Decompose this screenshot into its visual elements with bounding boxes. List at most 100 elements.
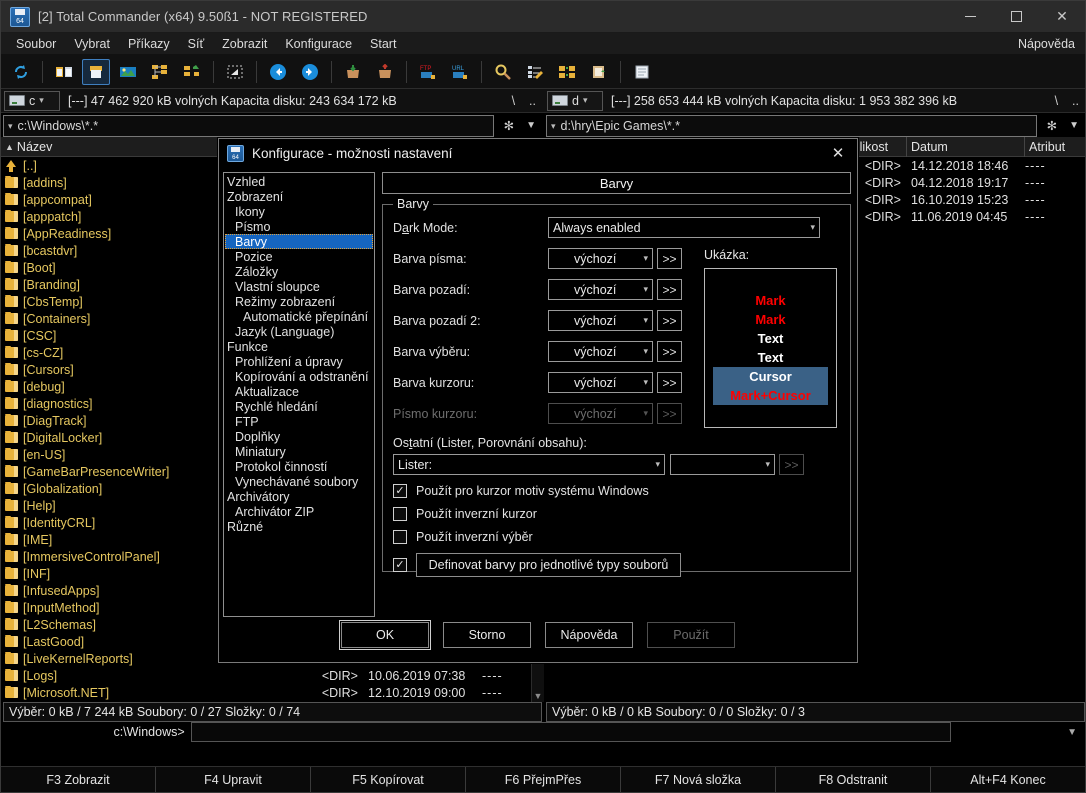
menu-item-prikazy[interactable]: Příkazy — [119, 35, 179, 53]
table-row[interactable]: [Logs] <DIR> 10.06.2019 07:38 ---- — [1, 667, 544, 684]
fkey-f5[interactable]: F5 Kopírovat — [311, 767, 466, 792]
menu-item-start[interactable]: Start — [361, 35, 405, 53]
menu-item-konfigurace[interactable]: Konfigurace — [276, 35, 361, 53]
open-folder-icon[interactable] — [82, 58, 110, 85]
close-button[interactable]: ✕ — [1039, 1, 1085, 33]
settings-tree-item[interactable]: Ikony — [225, 204, 373, 219]
settings-tree-item[interactable]: Jazyk (Language) — [225, 324, 373, 339]
settings-tree-item[interactable]: Archivátor ZIP — [225, 504, 373, 519]
other-color-browse-button[interactable]: >> — [779, 454, 804, 475]
file-types-checkbox[interactable] — [393, 558, 407, 572]
chevron-down-icon[interactable]: ▼ — [1067, 727, 1085, 738]
left-up-button[interactable]: .. — [529, 94, 536, 108]
settings-tree-item[interactable]: Rychlé hledání — [225, 399, 373, 414]
dialog-ok-button[interactable]: OK — [339, 620, 431, 650]
settings-tree-item[interactable]: Funkce — [225, 339, 373, 354]
settings-tree-item[interactable]: Pozice — [225, 249, 373, 264]
left-path-bar[interactable]: ▾ c:\Windows\*.* — [3, 115, 494, 137]
settings-tree[interactable]: Vzhled Zobrazení Ikony Písmo Barvy Pozice Zálo… — [223, 172, 375, 617]
right-drive-selector[interactable]: d ▾ — [547, 90, 603, 111]
right-star-button[interactable]: ✻ — [1047, 118, 1057, 133]
left-root-button[interactable]: \ — [512, 94, 515, 108]
refresh-icon[interactable] — [7, 59, 35, 85]
fkey-f8[interactable]: F8 Odstranit — [776, 767, 931, 792]
color-setting-select[interactable]: výchozí ▾ — [548, 372, 653, 393]
left-col-name[interactable]: ▲ Název — [1, 136, 244, 157]
menu-item-sit[interactable]: Síť — [179, 35, 214, 53]
color-browse-button[interactable]: >> — [657, 372, 682, 393]
minimize-button[interactable] — [947, 1, 993, 33]
forward-arrow-icon[interactable] — [296, 59, 324, 85]
back-arrow-icon[interactable] — [264, 59, 292, 85]
settings-tree-item[interactable]: Záložky — [225, 264, 373, 279]
settings-tree-item[interactable]: Doplňky — [225, 429, 373, 444]
branch-view-icon[interactable] — [178, 59, 206, 85]
settings-tree-item[interactable]: Protokol činností — [225, 459, 373, 474]
settings-tree-item[interactable]: Barvy — [225, 234, 373, 249]
other-color-select[interactable]: ▾ — [670, 454, 775, 475]
menu-item-zobrazit[interactable]: Zobrazit — [213, 35, 276, 53]
pack-files-icon[interactable] — [339, 59, 367, 85]
menu-item-vybrat[interactable]: Vybrat — [65, 35, 119, 53]
command-input[interactable] — [190, 722, 951, 742]
color-setting-select[interactable]: výchozí ▾ — [548, 279, 653, 300]
color-browse-button[interactable]: >> — [657, 310, 682, 331]
fkey-altf4[interactable]: Alt+F4 Konec — [931, 767, 1085, 792]
settings-tree-item[interactable]: Automatické přepínání — [225, 309, 373, 324]
fkey-f7[interactable]: F7 Nová složka — [621, 767, 776, 792]
settings-tree-item[interactable]: Písmo — [225, 219, 373, 234]
right-history-button[interactable]: ▼ — [1069, 120, 1079, 131]
settings-tree-item[interactable]: Prohlížení a úpravy — [225, 354, 373, 369]
dark-mode-select[interactable]: Always enabled ▾ — [548, 217, 820, 238]
settings-checkbox[interactable] — [393, 530, 407, 544]
right-path-bar[interactable]: ▾ d:\hry\Epic Games\*.* — [546, 115, 1037, 137]
settings-tree-item[interactable]: Režimy zobrazení — [225, 294, 373, 309]
color-browse-button[interactable]: >> — [657, 403, 682, 424]
define-file-type-colors-button[interactable]: Definovat barvy pro jednotlivé typy soub… — [416, 553, 681, 577]
table-row[interactable]: [Migration]<DIR>17.10.2019 15:00r--- — [1, 701, 544, 702]
dialog-n-pov-da-button[interactable]: Nápověda — [545, 622, 633, 648]
lister-select[interactable]: Lister: ▾ — [393, 454, 665, 475]
settings-tree-item[interactable]: Vlastní sloupce — [225, 279, 373, 294]
url-connect-icon[interactable]: URL — [446, 59, 474, 85]
color-setting-select[interactable]: výchozí ▾ — [548, 310, 653, 331]
maximize-button[interactable] — [993, 1, 1039, 33]
dialog-close-button[interactable]: ✕ — [819, 139, 857, 167]
notepad-icon[interactable] — [628, 59, 656, 85]
menu-item-napoveda[interactable]: Nápověda — [1018, 37, 1085, 51]
settings-tree-item[interactable]: Zobrazení — [225, 189, 373, 204]
settings-tree-item[interactable]: Vynechávané soubory — [225, 474, 373, 489]
dialog-storno-button[interactable]: Storno — [443, 622, 531, 648]
left-star-button[interactable]: ✻ — [504, 118, 514, 133]
right-root-button[interactable]: \ — [1055, 94, 1058, 108]
select-region-icon[interactable] — [221, 59, 249, 85]
left-drive-selector[interactable]: c ▾ — [4, 90, 60, 111]
fkey-f3[interactable]: F3 Zobrazit — [1, 767, 156, 792]
scroll-down-icon[interactable]: ▼ — [532, 689, 544, 702]
ftp-connect-icon[interactable]: FTP — [414, 59, 442, 85]
menu-item-soubor[interactable]: Soubor — [7, 35, 65, 53]
right-up-button[interactable]: .. — [1072, 94, 1079, 108]
settings-checkbox[interactable] — [393, 507, 407, 521]
left-history-button[interactable]: ▼ — [526, 120, 536, 131]
sync-dirs-icon[interactable] — [553, 59, 581, 85]
color-browse-button[interactable]: >> — [657, 248, 682, 269]
fkey-f6[interactable]: F6 PřejmPřes — [466, 767, 621, 792]
right-col-attr[interactable]: Atribut — [1025, 137, 1085, 157]
color-setting-select[interactable]: výchozí ▾ — [548, 403, 653, 424]
multi-rename-icon[interactable] — [521, 59, 549, 85]
search-icon[interactable] — [489, 59, 517, 85]
settings-checkbox[interactable] — [393, 484, 407, 498]
image-view-icon[interactable] — [114, 59, 142, 85]
settings-tree-item[interactable]: Miniatury — [225, 444, 373, 459]
settings-tree-item[interactable]: Různé — [225, 519, 373, 534]
color-browse-button[interactable]: >> — [657, 341, 682, 362]
tree-icon[interactable] — [146, 59, 174, 85]
compare-panels-icon[interactable] — [50, 59, 78, 85]
settings-tree-item[interactable]: Kopírování a odstranění — [225, 369, 373, 384]
settings-tree-item[interactable]: FTP — [225, 414, 373, 429]
table-row[interactable]: [Microsoft.NET] <DIR> 12.10.2019 09:00 ---- — [1, 684, 544, 701]
fkey-f4[interactable]: F4 Upravit — [156, 767, 311, 792]
color-setting-select[interactable]: výchozí ▾ — [548, 248, 653, 269]
color-browse-button[interactable]: >> — [657, 279, 682, 300]
